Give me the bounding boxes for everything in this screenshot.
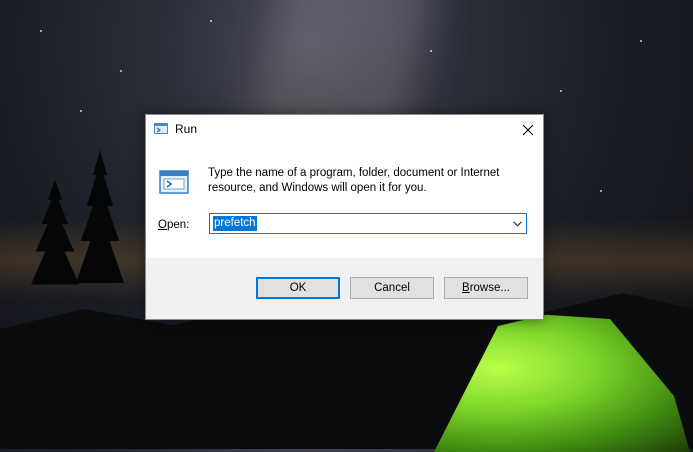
open-input-value[interactable]: prefetch bbox=[213, 216, 257, 231]
run-icon bbox=[154, 123, 168, 134]
dropdown-button[interactable] bbox=[511, 217, 523, 231]
star bbox=[210, 20, 212, 22]
open-label-text: pen: bbox=[166, 219, 190, 231]
dialog-content: Type the name of a program, folder, docu… bbox=[146, 144, 543, 258]
open-label-mnemonic: O bbox=[158, 219, 167, 231]
chevron-down-icon bbox=[512, 221, 522, 227]
dialog-description: Type the name of a program, folder, docu… bbox=[208, 167, 500, 194]
ok-button[interactable]: OK bbox=[256, 277, 340, 299]
browse-label: rowse... bbox=[469, 282, 510, 294]
star bbox=[430, 50, 432, 52]
close-icon bbox=[522, 124, 534, 135]
browse-button[interactable]: Browse... bbox=[444, 277, 528, 299]
close-button[interactable] bbox=[513, 115, 543, 144]
browse-mnemonic: B bbox=[462, 282, 470, 294]
star bbox=[120, 70, 122, 72]
dialog-title: Run bbox=[175, 122, 198, 136]
run-icon bbox=[159, 170, 189, 194]
star bbox=[640, 40, 642, 42]
star bbox=[560, 90, 562, 92]
title-bar[interactable]: Run bbox=[146, 115, 543, 144]
open-label: Open: bbox=[158, 219, 189, 231]
cancel-button[interactable]: Cancel bbox=[350, 277, 434, 299]
star bbox=[600, 190, 602, 192]
run-dialog: Run Type the name of a program, folder, … bbox=[145, 114, 544, 320]
open-combobox[interactable]: prefetch bbox=[209, 213, 527, 234]
star bbox=[80, 110, 82, 112]
star bbox=[40, 30, 42, 32]
